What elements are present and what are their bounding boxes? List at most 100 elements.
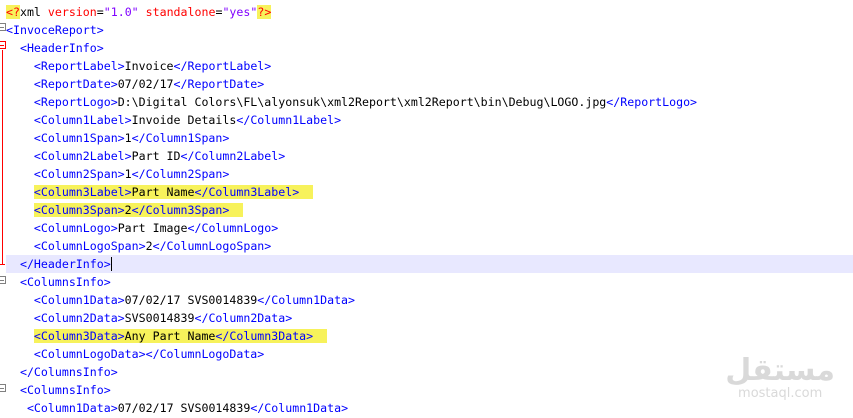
code-token: <Column2Data> — [33, 311, 125, 325]
code-token: </Column2Span> — [131, 167, 230, 181]
code-token: 1 — [124, 131, 132, 145]
code-token: <Column3Label> — [33, 185, 132, 199]
code-line[interactable]: <Column2Label>Part ID</Column2Label> — [6, 147, 853, 165]
code-token: <ReportDate> — [33, 77, 118, 91]
highlighted-text: <Column3Data>Any Part Name</Column3Data> — [33, 329, 328, 343]
code-token: </ColumnLogoSpan> — [152, 239, 272, 253]
code-token: xml — [19, 5, 48, 19]
code-line[interactable]: <Column2Data>SVS0014839</Column2Data> — [6, 309, 853, 327]
code-token: 07/02/17 SVS0014839 — [124, 293, 258, 307]
code-token: <Column1Label> — [33, 113, 132, 127]
code-token: = — [96, 5, 104, 19]
code-token: <HeaderInfo> — [19, 41, 104, 55]
code-token: <Column3Data> — [33, 329, 125, 343]
code-token: </Column1Data> — [257, 293, 356, 307]
code-token: Any Part Name — [124, 329, 216, 343]
code-token: </ReportLogo> — [606, 95, 698, 109]
code-token: <Column3Span> — [33, 203, 125, 217]
code-line[interactable]: <ReportLogo>D:\Digital Colors\FL\alyonsu… — [6, 93, 853, 111]
code-token: </Column3Data> — [215, 329, 314, 343]
code-token: </Column3Span> — [131, 203, 230, 217]
code-token: </ColumnsInfo> — [19, 365, 118, 379]
code-token: 07/02/17 SVS0014839 — [117, 401, 251, 415]
code-token: D:\Digital Colors\FL\alyonsuk\xml2Report… — [117, 95, 607, 109]
code-token: <ColumnsInfo> — [19, 275, 111, 289]
code-token: </Column1Label> — [236, 113, 342, 127]
code-line[interactable]: <HeaderInfo> — [6, 39, 853, 57]
code-token: "1.0" — [103, 5, 139, 19]
code-token: </ColumnLogo> — [187, 221, 279, 235]
code-line[interactable]: </HeaderInfo> — [6, 255, 853, 273]
code-token: <ColumnsInfo> — [19, 383, 111, 397]
code-token: <ColumnLogo> — [33, 221, 118, 235]
code-token: <Column2Label> — [33, 149, 132, 163]
code-line[interactable]: <Column3Data>Any Part Name</Column3Data> — [6, 327, 853, 345]
code-line[interactable]: <InvoceReport> — [6, 21, 853, 39]
mostaql-watermark: مستقل mostaql.com — [725, 353, 835, 402]
code-line[interactable]: <Column1Span>1</Column1Span> — [6, 129, 853, 147]
code-token: 2 — [145, 239, 153, 253]
code-token: <Column1Span> — [33, 131, 125, 145]
code-token: 1 — [124, 167, 132, 181]
code-token: </Column3Label> — [194, 185, 300, 199]
code-token: <Column2Span> — [33, 167, 125, 181]
code-token: <Column1Data> — [26, 401, 118, 415]
code-token: <ReportLogo> — [33, 95, 118, 109]
code-token: </HeaderInfo> — [19, 257, 111, 271]
code-token: <ColumnLogoData> — [33, 347, 146, 361]
code-token: Part Name — [131, 185, 195, 199]
code-line[interactable]: <Column1Data>07/02/17 SVS0014839</Column… — [6, 291, 853, 309]
code-token: 2 — [124, 203, 132, 217]
watermark-logo: مستقل — [725, 353, 835, 388]
text-caret — [110, 257, 112, 271]
highlighted-text: <Column3Label>Part Name</Column3Label> — [33, 185, 314, 199]
code-token: </Column1Data> — [250, 401, 349, 415]
code-token: <InvoceReport> — [6, 23, 104, 37]
code-token: Part Image — [117, 221, 188, 235]
code-token: "yes" — [222, 5, 258, 19]
code-line[interactable]: <ColumnLogoSpan>2</ColumnLogoSpan> — [6, 237, 853, 255]
code-line[interactable]: <ColumnLogo>Part Image</ColumnLogo> — [6, 219, 853, 237]
code-token: </ReportDate> — [173, 77, 265, 91]
xml-editor[interactable]: <?xml version="1.0" standalone="yes"?> <I… — [0, 0, 853, 418]
code-line[interactable]: <?xml version="1.0" standalone="yes"?> — [6, 3, 853, 21]
code-line[interactable]: <ColumnsInfo> — [6, 273, 853, 291]
code-token: <ColumnLogoSpan> — [33, 239, 146, 253]
code-token: standalone — [145, 5, 216, 19]
code-line[interactable]: <Column3Span>2</Column3Span> — [6, 201, 853, 219]
code-token: ?> — [257, 5, 272, 19]
code-line[interactable]: <Column1Data>07/02/17 SVS0014839</Column… — [6, 399, 853, 417]
code-token: SVS0014839 — [124, 311, 195, 325]
code-token: version — [47, 5, 97, 19]
watermark-site: mostaql.com — [738, 386, 823, 401]
code-line[interactable]: <Column1Label>Invoide Details</Column1La… — [6, 111, 853, 129]
code-line[interactable]: <ReportLabel>Invoice</ReportLabel> — [6, 57, 853, 75]
code-token: <Column1Data> — [33, 293, 125, 307]
code-token: Invoide Details — [131, 113, 237, 127]
code-line[interactable]: <Column2Span>1</Column2Span> — [6, 165, 853, 183]
code-line[interactable]: <Column3Label>Part Name</Column3Label> — [6, 183, 853, 201]
code-line[interactable]: <ReportDate>07/02/17</ReportDate> — [6, 75, 853, 93]
code-token: </Column1Span> — [131, 131, 230, 145]
fold-range-marker — [2, 50, 3, 264]
